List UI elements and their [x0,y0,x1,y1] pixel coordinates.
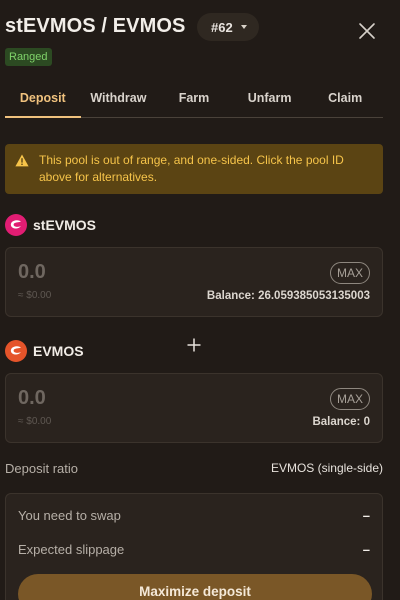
token-a-input-box[interactable]: 0.0 ≈ $0.00 MAX Balance: 26.059385053135… [5,247,383,317]
token-b-balance-value: 0 [363,416,370,428]
pool-id-selector[interactable]: #62 [197,13,259,41]
token-b-amount-input[interactable]: 0.0 [18,387,46,410]
maximize-deposit-button[interactable]: Maximize deposit [18,574,372,600]
pool-title: stEVMOS / EVMOS [5,15,186,37]
deposit-ratio-label: Deposit ratio [5,460,78,476]
status-badge: Ranged [5,48,52,66]
token-a-balance-value: 26.059385053135003 [258,290,370,302]
chevron-down-icon [240,25,247,29]
plus-icon [186,337,202,353]
pool-id-label: #62 [211,19,233,35]
token-b-balance-label: Balance: [312,416,361,428]
warning-icon [15,154,29,167]
token-a-amount-input[interactable]: 0.0 [18,261,46,284]
expected-slippage-value: – [362,541,370,557]
token-b-usd-value: ≈ $0.00 [18,416,52,427]
token-b-symbol: EVMOS [33,343,84,359]
out-of-range-warning: This pool is out of range, and one-sided… [5,144,383,194]
stevmos-token-icon [5,214,27,236]
tab-unfarm[interactable]: Unfarm [232,80,308,117]
token-a-symbol: stEVMOS [33,217,97,233]
action-tabs: Deposit Withdraw Farm Unfarm Claim [5,80,383,118]
token-b-max-button[interactable]: MAX [329,388,370,410]
tab-deposit[interactable]: Deposit [5,80,81,118]
token-b-balance: Balance: 0 [312,416,370,428]
evmos-token-icon [5,340,27,362]
token-b-input-box[interactable]: 0.0 ≈ $0.00 MAX Balance: 0 [5,373,383,443]
token-a-balance-label: Balance: [206,290,255,302]
token-a-balance: Balance: 26.059385053135003 [207,290,370,302]
expected-slippage-label: Expected slippage [18,541,125,557]
swap-needed-label: You need to swap [18,507,121,523]
token-b-header: EVMOS [5,339,84,363]
expected-slippage-row: Expected slippage – [18,539,370,559]
close-button[interactable] [358,22,376,40]
close-icon [359,23,375,39]
deposit-summary: You need to swap – Expected slippage – M… [5,493,383,600]
token-a-max-button[interactable]: MAX [329,262,370,284]
deposit-ratio-value: EVMOS (single-side) [270,461,383,475]
token-a-usd-value: ≈ $0.00 [18,290,52,301]
warning-text: This pool is out of range, and one-sided… [39,153,344,184]
swap-needed-row: You need to swap – [18,505,370,525]
modal-header: stEVMOS / EVMOS #62 Ranged [5,12,400,72]
token-a-header: stEVMOS [5,213,96,237]
tab-claim[interactable]: Claim [307,80,383,117]
tab-withdraw[interactable]: Withdraw [81,80,157,117]
swap-needed-value: – [362,507,370,523]
tab-farm[interactable]: Farm [156,80,232,117]
deposit-ratio-row: Deposit ratio EVMOS (single-side) [5,457,383,479]
